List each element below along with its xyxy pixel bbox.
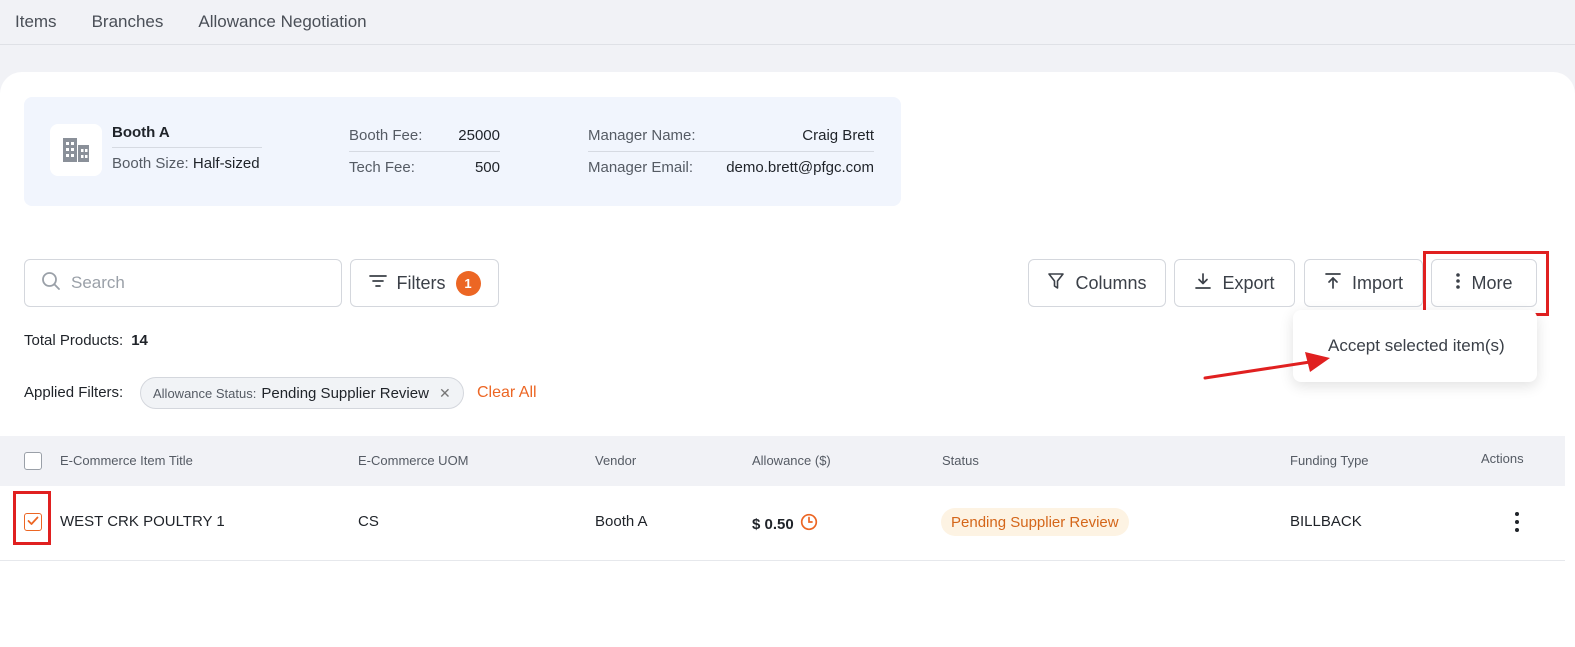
filter-chip: Allowance Status: Pending Supplier Revie… [140,377,464,409]
booth-size-value: Half-sized [192,155,260,172]
tab-branches[interactable]: Branches [92,12,164,32]
export-label: Export [1222,272,1275,293]
total-products-label: Total Products: [24,332,124,349]
select-all-checkbox[interactable] [24,452,42,470]
cell-funding-type: BILLBACK [1290,513,1362,530]
filter-lines-icon [368,273,387,294]
filters-count-badge: 1 [455,270,481,296]
table-row: WEST CRK POULTRY 1 CS Booth A $ 0.50 Pen… [0,486,1565,561]
checkbox-highlight-box [13,491,51,545]
column-header-actions: Actions [1481,451,1524,466]
tab-allowance-negotiation[interactable]: Allowance Negotiation [198,12,366,32]
column-header-funding-type[interactable]: Funding Type [1290,453,1369,468]
filter-chip-value: Pending Supplier Review [261,384,429,402]
column-header-allowance[interactable]: Allowance ($) [752,453,831,468]
cell-vendor: Booth A [595,513,648,530]
manager-email-label: Manager Email: [588,159,694,176]
search-icon [41,271,61,296]
filters-label: Filters [396,272,446,293]
columns-label: Columns [1075,272,1147,293]
total-products-value: 14 [131,332,148,349]
import-label: Import [1351,272,1403,293]
booth-fee-value: 25000 [458,127,500,144]
clock-icon[interactable] [800,513,818,535]
tech-fee-label: Tech Fee: [349,159,415,176]
export-button[interactable]: Export [1174,259,1295,307]
total-products: Total Products: 14 [24,332,148,349]
filters-button[interactable]: Filters 1 [350,259,499,307]
divider [349,151,500,152]
cell-title: WEST CRK POULTRY 1 [60,513,225,530]
booth-info-card: Booth A Booth Size: Half-sized Booth Fee… [24,97,901,206]
more-highlight-box [1423,251,1549,316]
booth-fee-label: Booth Fee: [349,127,423,144]
funnel-icon [1047,272,1065,295]
search-input[interactable] [71,273,311,293]
columns-button[interactable]: Columns [1028,259,1166,307]
clear-all-link[interactable]: Clear All [477,384,537,402]
manager-name-value: Craig Brett [802,127,874,144]
column-header-uom[interactable]: E-Commerce UOM [358,453,469,468]
status-badge: Pending Supplier Review [941,508,1129,536]
booth-size-label: Booth Size: [112,155,189,172]
manager-email-value: demo.brett@pfgc.com [726,159,874,176]
tech-fee-value: 500 [474,159,500,176]
divider [112,147,262,148]
search-box [24,259,342,307]
column-header-vendor[interactable]: Vendor [595,453,636,468]
tab-items[interactable]: Items [15,12,57,32]
booth-name: Booth A [112,124,170,141]
column-header-title[interactable]: E-Commerce Item Title [60,453,193,468]
building-icon [50,124,102,176]
main-panel: Booth A Booth Size: Half-sized Booth Fee… [0,72,1575,647]
import-button[interactable]: Import [1304,259,1423,307]
row-actions-menu-icon[interactable] [1510,512,1524,532]
accept-selected-items-option[interactable]: Accept selected item(s) [1328,336,1505,356]
cell-allowance: $ 0.50 [752,513,818,535]
divider [588,151,874,152]
applied-filters-label: Applied Filters: [24,384,124,401]
close-icon[interactable]: ✕ [439,385,451,402]
column-header-status[interactable]: Status [942,453,979,468]
upload-icon [1324,272,1342,295]
cell-uom: CS [358,513,379,530]
more-dropdown-menu: Accept selected item(s) [1293,310,1537,382]
top-nav: Items Branches Allowance Negotiation [0,0,1575,45]
allowance-value: $ 0.50 [752,515,794,533]
table-header: E-Commerce Item Title E-Commerce UOM Ven… [0,436,1565,486]
manager-name-label: Manager Name: [588,127,696,144]
booth-size: Booth Size: Half-sized [112,155,260,172]
filter-chip-key: Allowance Status: [153,385,257,401]
download-icon [1194,272,1212,295]
